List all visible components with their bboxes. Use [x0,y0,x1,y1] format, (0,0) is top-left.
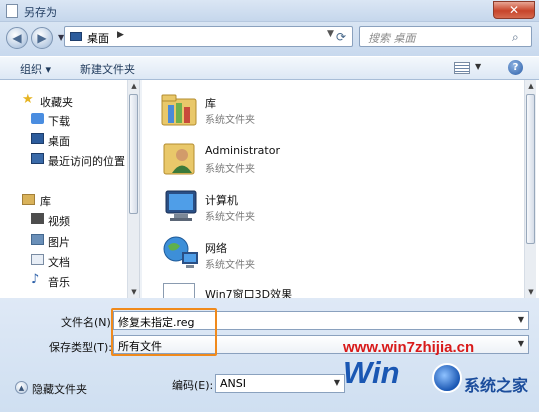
scroll-up-icon[interactable]: ▲ [525,82,537,90]
title-bar [0,0,539,22]
sidebar-scroll-thumb[interactable] [129,94,138,214]
encoding-select[interactable]: ANSI ▼ [215,374,345,393]
file-type: 系统文件夹 [205,115,255,126]
document-icon [6,4,18,18]
pane-splitter[interactable] [139,80,142,298]
sidebar-item-recent[interactable]: 最近访问的位置 [48,153,125,169]
download-icon [31,113,44,124]
network-icon [160,234,200,272]
music-icon: ♪ [31,272,40,287]
file-name[interactable]: 网络 [205,240,227,256]
library-folder-icon [160,93,200,127]
filename-dropdown-icon[interactable]: ▼ [518,315,524,324]
sidebar-item-documents[interactable]: 文档 [48,254,70,270]
sidebar-scrollbar[interactable]: ▲ ▼ [127,80,139,298]
encoding-dropdown-icon[interactable]: ▼ [334,378,340,387]
back-arrow-icon: ◀ [12,31,22,45]
file-name[interactable]: Administrator [205,144,280,157]
window-title: 另存为 [24,6,57,19]
desktop-icon [31,133,44,144]
files-scroll-thumb[interactable] [526,94,535,244]
close-button[interactable]: ✕ [493,1,535,19]
file-type: 系统文件夹 [205,212,255,223]
desktop-icon [70,32,82,41]
file-icon [163,283,195,298]
sidebar-favorites[interactable]: 收藏夹 [40,94,73,110]
sidebar-item-desktop[interactable]: 桌面 [48,133,70,149]
filename-label: 文件名(N): [61,316,115,329]
filetype-label: 保存类型(T): [49,341,113,354]
pictures-icon [31,234,44,245]
back-button[interactable]: ◀ [6,27,28,49]
forward-arrow-icon: ▶ [37,31,47,45]
library-icon [22,194,35,205]
watermark-brand: 系统之家 [464,376,529,395]
organize-button[interactable]: 组织 ▾ [20,61,51,77]
help-button[interactable]: ? [508,60,523,75]
refresh-icon: ⟳ [335,29,347,44]
watermark-url: www.win7zhijia.cn [343,339,475,356]
encoding-label: 编码(E): [172,379,214,392]
refresh-button[interactable]: ⟳ [330,27,352,46]
file-type: 系统文件夹 [205,260,255,271]
search-input[interactable]: 搜索 桌面 ⌕ [359,26,532,47]
chevron-up-icon: ▲ [18,383,25,392]
chevron-right-icon[interactable]: ▶ [117,30,124,40]
new-folder-button[interactable]: 新建文件夹 [80,61,135,77]
scroll-down-icon[interactable]: ▼ [525,288,537,296]
watermark-logo-icon [432,363,462,393]
search-placeholder: 搜索 桌面 [368,32,416,45]
search-icon: ⌕ [512,30,519,44]
file-type: 系统文件夹 [205,164,255,175]
annotation-highlight-box [111,308,217,356]
encoding-value: ANSI [220,377,246,390]
sidebar-item-music[interactable]: 音乐 [48,274,70,290]
view-options-icon[interactable] [454,62,470,74]
video-icon [31,213,44,224]
address-text: 桌面 [87,32,109,45]
file-name[interactable]: 计算机 [205,192,238,208]
hide-folders-button[interactable]: ▲ [15,381,28,394]
star-icon: ★ [22,92,34,107]
file-name[interactable]: 库 [205,95,216,111]
sidebar-item-videos[interactable]: 视频 [48,213,70,229]
documents-icon [31,254,44,265]
computer-icon [160,188,200,224]
files-scrollbar[interactable]: ▲ ▼ [524,80,536,298]
forward-button[interactable]: ▶ [31,27,53,49]
recent-places-icon [31,153,44,164]
filetype-dropdown-icon[interactable]: ▼ [518,339,524,348]
address-bar[interactable]: 桌面 ▶ ▼ [64,26,353,47]
watermark-logo-text: Win [343,355,400,390]
sidebar-item-pictures[interactable]: 图片 [48,234,70,250]
sidebar-item-downloads[interactable]: 下载 [48,113,70,129]
view-dropdown-icon[interactable]: ▼ [475,62,481,71]
sidebar-libraries[interactable]: 库 [40,193,51,209]
hide-folders-label[interactable]: 隐藏文件夹 [32,381,87,397]
user-folder-icon [160,140,200,176]
